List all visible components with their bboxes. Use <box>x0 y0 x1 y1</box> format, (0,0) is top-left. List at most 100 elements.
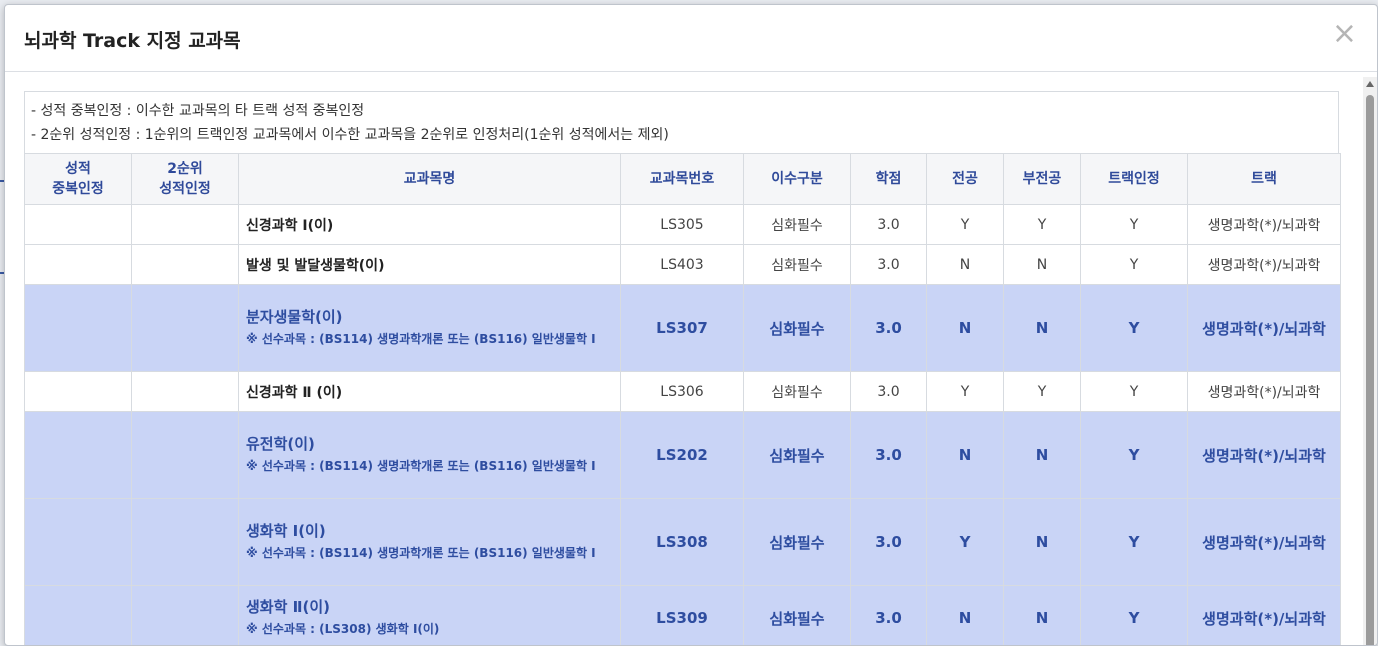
cell-second <box>132 285 239 372</box>
cell-minor: N <box>1004 499 1081 586</box>
cell-track: 생명과학(*)/뇌과학 <box>1188 586 1341 646</box>
cell-major: Y <box>927 372 1004 412</box>
cell-minor: N <box>1004 586 1081 646</box>
modal-title: 뇌과학 Track 지정 교과목 <box>24 26 241 53</box>
header-major: 전공 <box>927 154 1004 205</box>
cell-track: 생명과학(*)/뇌과학 <box>1188 372 1341 412</box>
vertical-scrollbar[interactable] <box>1363 77 1377 645</box>
header-course-code: 교과목번호 <box>621 154 744 205</box>
cell-course-name: 생화학 Ⅰ(이) ※ 선수과목 : (BS114) 생명과학개론 또는 (BS1… <box>239 499 621 586</box>
close-icon[interactable]: × <box>1332 19 1357 49</box>
cell-category: 심화필수 <box>744 285 851 372</box>
cell-dup <box>25 205 132 245</box>
cell-second <box>132 499 239 586</box>
note-second-priority: - 2순위 성적인정 : 1순위의 트랙인정 교과목에서 이수한 교과목을 2순… <box>31 123 1332 147</box>
cell-credit: 3.0 <box>851 285 927 372</box>
cell-second <box>132 245 239 285</box>
header-second-recog: 2순위성적인정 <box>132 154 239 205</box>
cell-code: LS202 <box>621 412 744 499</box>
cell-code: LS305 <box>621 205 744 245</box>
prerequisite-note: ※ 선수과목 : (BS114) 생명과학개론 또는 (BS116) 일반생물학… <box>246 542 619 564</box>
cell-course-name: 유전학(이) ※ 선수과목 : (BS114) 생명과학개론 또는 (BS116… <box>239 412 621 499</box>
modal-header: 뇌과학 Track 지정 교과목 × <box>5 5 1377 72</box>
table-row-highlighted: 생화학 Ⅰ(이) ※ 선수과목 : (BS114) 생명과학개론 또는 (BS1… <box>25 499 1341 586</box>
course-name: 유전학(이) <box>246 433 619 455</box>
cell-code: LS309 <box>621 586 744 646</box>
cell-code: LS306 <box>621 372 744 412</box>
header-category: 이수구분 <box>744 154 851 205</box>
cell-category: 심화필수 <box>744 412 851 499</box>
prerequisite-note: ※ 선수과목 : (LS308) 생화학 Ⅰ(이) <box>246 618 619 640</box>
cell-track: 생명과학(*)/뇌과학 <box>1188 245 1341 285</box>
cell-major: N <box>927 245 1004 285</box>
cell-course-name: 생화학 Ⅱ(이) ※ 선수과목 : (LS308) 생화학 Ⅰ(이) <box>239 586 621 646</box>
header-track: 트랙 <box>1188 154 1341 205</box>
cell-track-recog: Y <box>1081 412 1188 499</box>
cell-course-name: 신경과학 Ⅱ (이) <box>239 372 621 412</box>
cell-track-recog: Y <box>1081 205 1188 245</box>
cell-category: 심화필수 <box>744 205 851 245</box>
cell-major: N <box>927 586 1004 646</box>
cell-second <box>132 372 239 412</box>
table-row: 신경과학 Ⅰ(이) LS305 심화필수 3.0 Y Y Y 생명과학(*)/뇌… <box>25 205 1341 245</box>
cell-category: 심화필수 <box>744 245 851 285</box>
table-row: 발생 및 발달생물학(이) LS403 심화필수 3.0 N N Y 생명과학(… <box>25 245 1341 285</box>
cell-credit: 3.0 <box>851 245 927 285</box>
modal-body: - 성적 중복인정 : 이수한 교과목의 타 트랙 성적 중복인정 - 2순위 … <box>24 91 1339 646</box>
cell-minor: N <box>1004 245 1081 285</box>
header-dup-recog: 성적중복인정 <box>25 154 132 205</box>
cell-track-recog: Y <box>1081 285 1188 372</box>
table-row-highlighted: 분자생물학(이) ※ 선수과목 : (BS114) 생명과학개론 또는 (BS1… <box>25 285 1341 372</box>
header-minor: 부전공 <box>1004 154 1081 205</box>
prerequisite-note: ※ 선수과목 : (BS114) 생명과학개론 또는 (BS116) 일반생물학… <box>246 455 619 477</box>
table-row: 신경과학 Ⅱ (이) LS306 심화필수 3.0 Y Y Y 생명과학(*)/… <box>25 372 1341 412</box>
course-name: 분자생물학(이) <box>246 306 619 328</box>
cell-track: 생명과학(*)/뇌과학 <box>1188 499 1341 586</box>
cell-category: 심화필수 <box>744 499 851 586</box>
notes-box: - 성적 중복인정 : 이수한 교과목의 타 트랙 성적 중복인정 - 2순위 … <box>24 91 1339 153</box>
cell-minor: Y <box>1004 372 1081 412</box>
cell-category: 심화필수 <box>744 586 851 646</box>
table-row-highlighted: 생화학 Ⅱ(이) ※ 선수과목 : (LS308) 생화학 Ⅰ(이) LS309… <box>25 586 1341 646</box>
cell-track: 생명과학(*)/뇌과학 <box>1188 205 1341 245</box>
table-header-row: 성적중복인정 2순위성적인정 교과목명 교과목번호 이수구분 학점 전공 부전공… <box>25 154 1341 205</box>
cell-dup <box>25 285 132 372</box>
cell-track: 생명과학(*)/뇌과학 <box>1188 412 1341 499</box>
course-modal: 뇌과학 Track 지정 교과목 × - 성적 중복인정 : 이수한 교과목의 … <box>4 4 1378 646</box>
cell-course-name: 분자생물학(이) ※ 선수과목 : (BS114) 생명과학개론 또는 (BS1… <box>239 285 621 372</box>
cell-code: LS307 <box>621 285 744 372</box>
prerequisite-note: ※ 선수과목 : (BS114) 생명과학개론 또는 (BS116) 일반생물학… <box>246 328 619 350</box>
cell-credit: 3.0 <box>851 412 927 499</box>
course-name: 생화학 Ⅰ(이) <box>246 520 619 542</box>
cell-credit: 3.0 <box>851 586 927 646</box>
cell-minor: N <box>1004 285 1081 372</box>
cell-credit: 3.0 <box>851 205 927 245</box>
cell-major: Y <box>927 205 1004 245</box>
cell-dup <box>25 372 132 412</box>
cell-track-recog: Y <box>1081 245 1188 285</box>
cell-major: N <box>927 285 1004 372</box>
cell-track-recog: Y <box>1081 499 1188 586</box>
cell-second <box>132 205 239 245</box>
cell-code: LS308 <box>621 499 744 586</box>
cell-major: Y <box>927 499 1004 586</box>
cell-dup <box>25 412 132 499</box>
cell-course-name: 신경과학 Ⅰ(이) <box>239 205 621 245</box>
cell-second <box>132 586 239 646</box>
cell-track-recog: Y <box>1081 372 1188 412</box>
cell-second <box>132 412 239 499</box>
cell-category: 심화필수 <box>744 372 851 412</box>
cell-dup <box>25 586 132 646</box>
cell-dup <box>25 499 132 586</box>
cell-major: N <box>927 412 1004 499</box>
cell-minor: N <box>1004 412 1081 499</box>
scroll-up-arrow-icon[interactable] <box>1366 81 1374 87</box>
cell-minor: Y <box>1004 205 1081 245</box>
table-row-highlighted: 유전학(이) ※ 선수과목 : (BS114) 생명과학개론 또는 (BS116… <box>25 412 1341 499</box>
header-course-name: 교과목명 <box>239 154 621 205</box>
scroll-thumb[interactable] <box>1366 95 1374 646</box>
header-track-recog: 트랙인정 <box>1081 154 1188 205</box>
cell-track: 생명과학(*)/뇌과학 <box>1188 285 1341 372</box>
note-duplicate: - 성적 중복인정 : 이수한 교과목의 타 트랙 성적 중복인정 <box>31 99 1332 123</box>
cell-track-recog: Y <box>1081 586 1188 646</box>
